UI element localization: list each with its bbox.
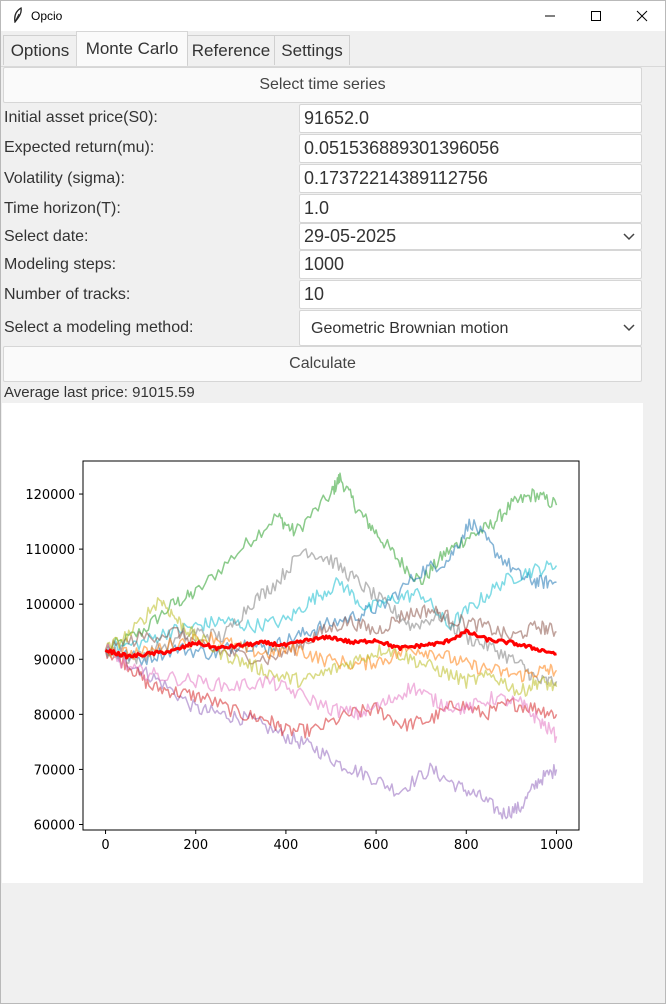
initial-price-input[interactable]: 91652.0 (299, 104, 642, 133)
select-time-series-button[interactable]: Select time series (3, 67, 642, 103)
tab-monte-carlo[interactable]: Monte Carlo (76, 31, 188, 66)
y-tick-label: 90000 (34, 653, 75, 668)
modeling-method-label: Select a modeling method: (4, 319, 194, 336)
tab-settings[interactable]: Settings (274, 35, 350, 65)
y-tick-label: 80000 (34, 708, 75, 723)
chart-area: 0 200 400 600 800 1000 60000 70000 80000 90000 100… (2, 403, 643, 883)
close-icon (636, 10, 648, 22)
initial-price-label: Initial asset price(S0): (4, 109, 158, 126)
maximize-button[interactable] (573, 1, 619, 31)
time-horizon-input[interactable]: 1.0 (299, 194, 642, 223)
minimize-icon (545, 15, 555, 17)
x-tick-label: 0 (101, 838, 109, 853)
number-of-tracks-input[interactable]: 10 (299, 280, 642, 309)
chevron-down-icon (623, 232, 635, 240)
expected-return-input[interactable]: 0.05153688930139605​6 (299, 134, 642, 163)
modeling-steps-input[interactable]: 1000 (299, 250, 642, 279)
window-title: Opcio (31, 9, 63, 23)
y-tick-label: 120000 (25, 488, 75, 503)
x-tick-label: 800 (454, 838, 479, 853)
y-tick-label: 100000 (25, 598, 75, 613)
select-date-label: Select date: (4, 228, 89, 245)
date-select-value: 29-05-2025 (304, 226, 397, 246)
modeling-steps-label: Modeling steps: (4, 256, 117, 273)
feather-icon (14, 7, 22, 23)
average-last-price-text: Average last price: 91015.59 (4, 384, 195, 401)
number-of-tracks-label: Number of tracks: (4, 286, 131, 303)
track-line-3 (104, 650, 558, 739)
minimize-button[interactable] (527, 1, 573, 31)
date-select[interactable]: 29-05-2025 (299, 223, 642, 250)
close-button[interactable] (619, 1, 665, 31)
x-tick-label: 600 (364, 838, 389, 853)
x-tick-label: 1000 (540, 838, 573, 853)
volatility-input[interactable]: 0.17372214389112756 (299, 164, 642, 193)
title-bar: Opcio (1, 1, 665, 31)
x-tick-label: 400 (273, 838, 298, 853)
modeling-method-value: Geometric Brownian motion (311, 320, 509, 337)
y-tick-label: 70000 (34, 763, 75, 778)
volatility-label: Volatility (sigma): (4, 170, 125, 187)
track-line-6 (104, 548, 558, 687)
x-tick-label: 200 (183, 838, 208, 853)
monte-carlo-chart: 0 200 400 600 800 1000 60000 70000 80000 90000 100… (25, 460, 580, 853)
chevron-down-icon (623, 324, 635, 332)
calculate-button[interactable]: Calculate (3, 346, 642, 382)
tab-reference[interactable]: Reference (187, 35, 275, 65)
tab-bar: Options Monte Carlo Reference Settings (1, 31, 665, 67)
time-horizon-label: Time horizon(T): (4, 200, 121, 217)
tab-options[interactable]: Options (3, 35, 77, 65)
expected-return-label: Expected return(mu): (4, 139, 155, 156)
maximize-icon (591, 11, 601, 21)
y-tick-label: 110000 (25, 543, 75, 558)
app-window: Opcio Options Monte Carlo Reference Sett… (0, 0, 666, 1004)
y-tick-label: 60000 (34, 818, 75, 833)
modeling-method-select[interactable]: Geometric Brownian motion (299, 310, 642, 346)
